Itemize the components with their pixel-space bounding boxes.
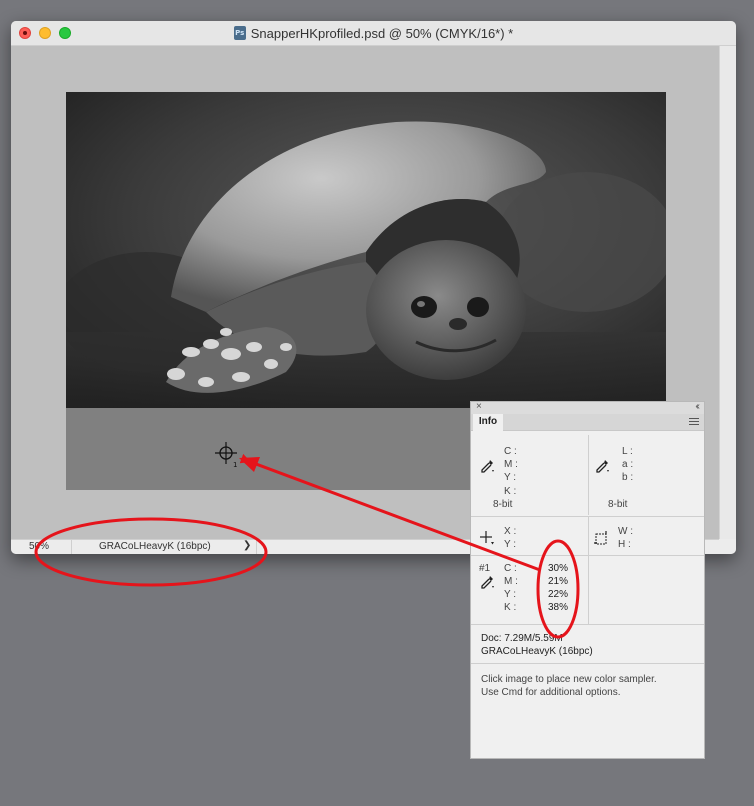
annotation-ellipse-status <box>34 517 268 587</box>
annotation-overlay <box>34 453 580 639</box>
annotation-arrowhead <box>239 457 260 472</box>
annotation-ellipse-sampler <box>536 539 580 639</box>
annotation-arrow <box>239 453 541 572</box>
